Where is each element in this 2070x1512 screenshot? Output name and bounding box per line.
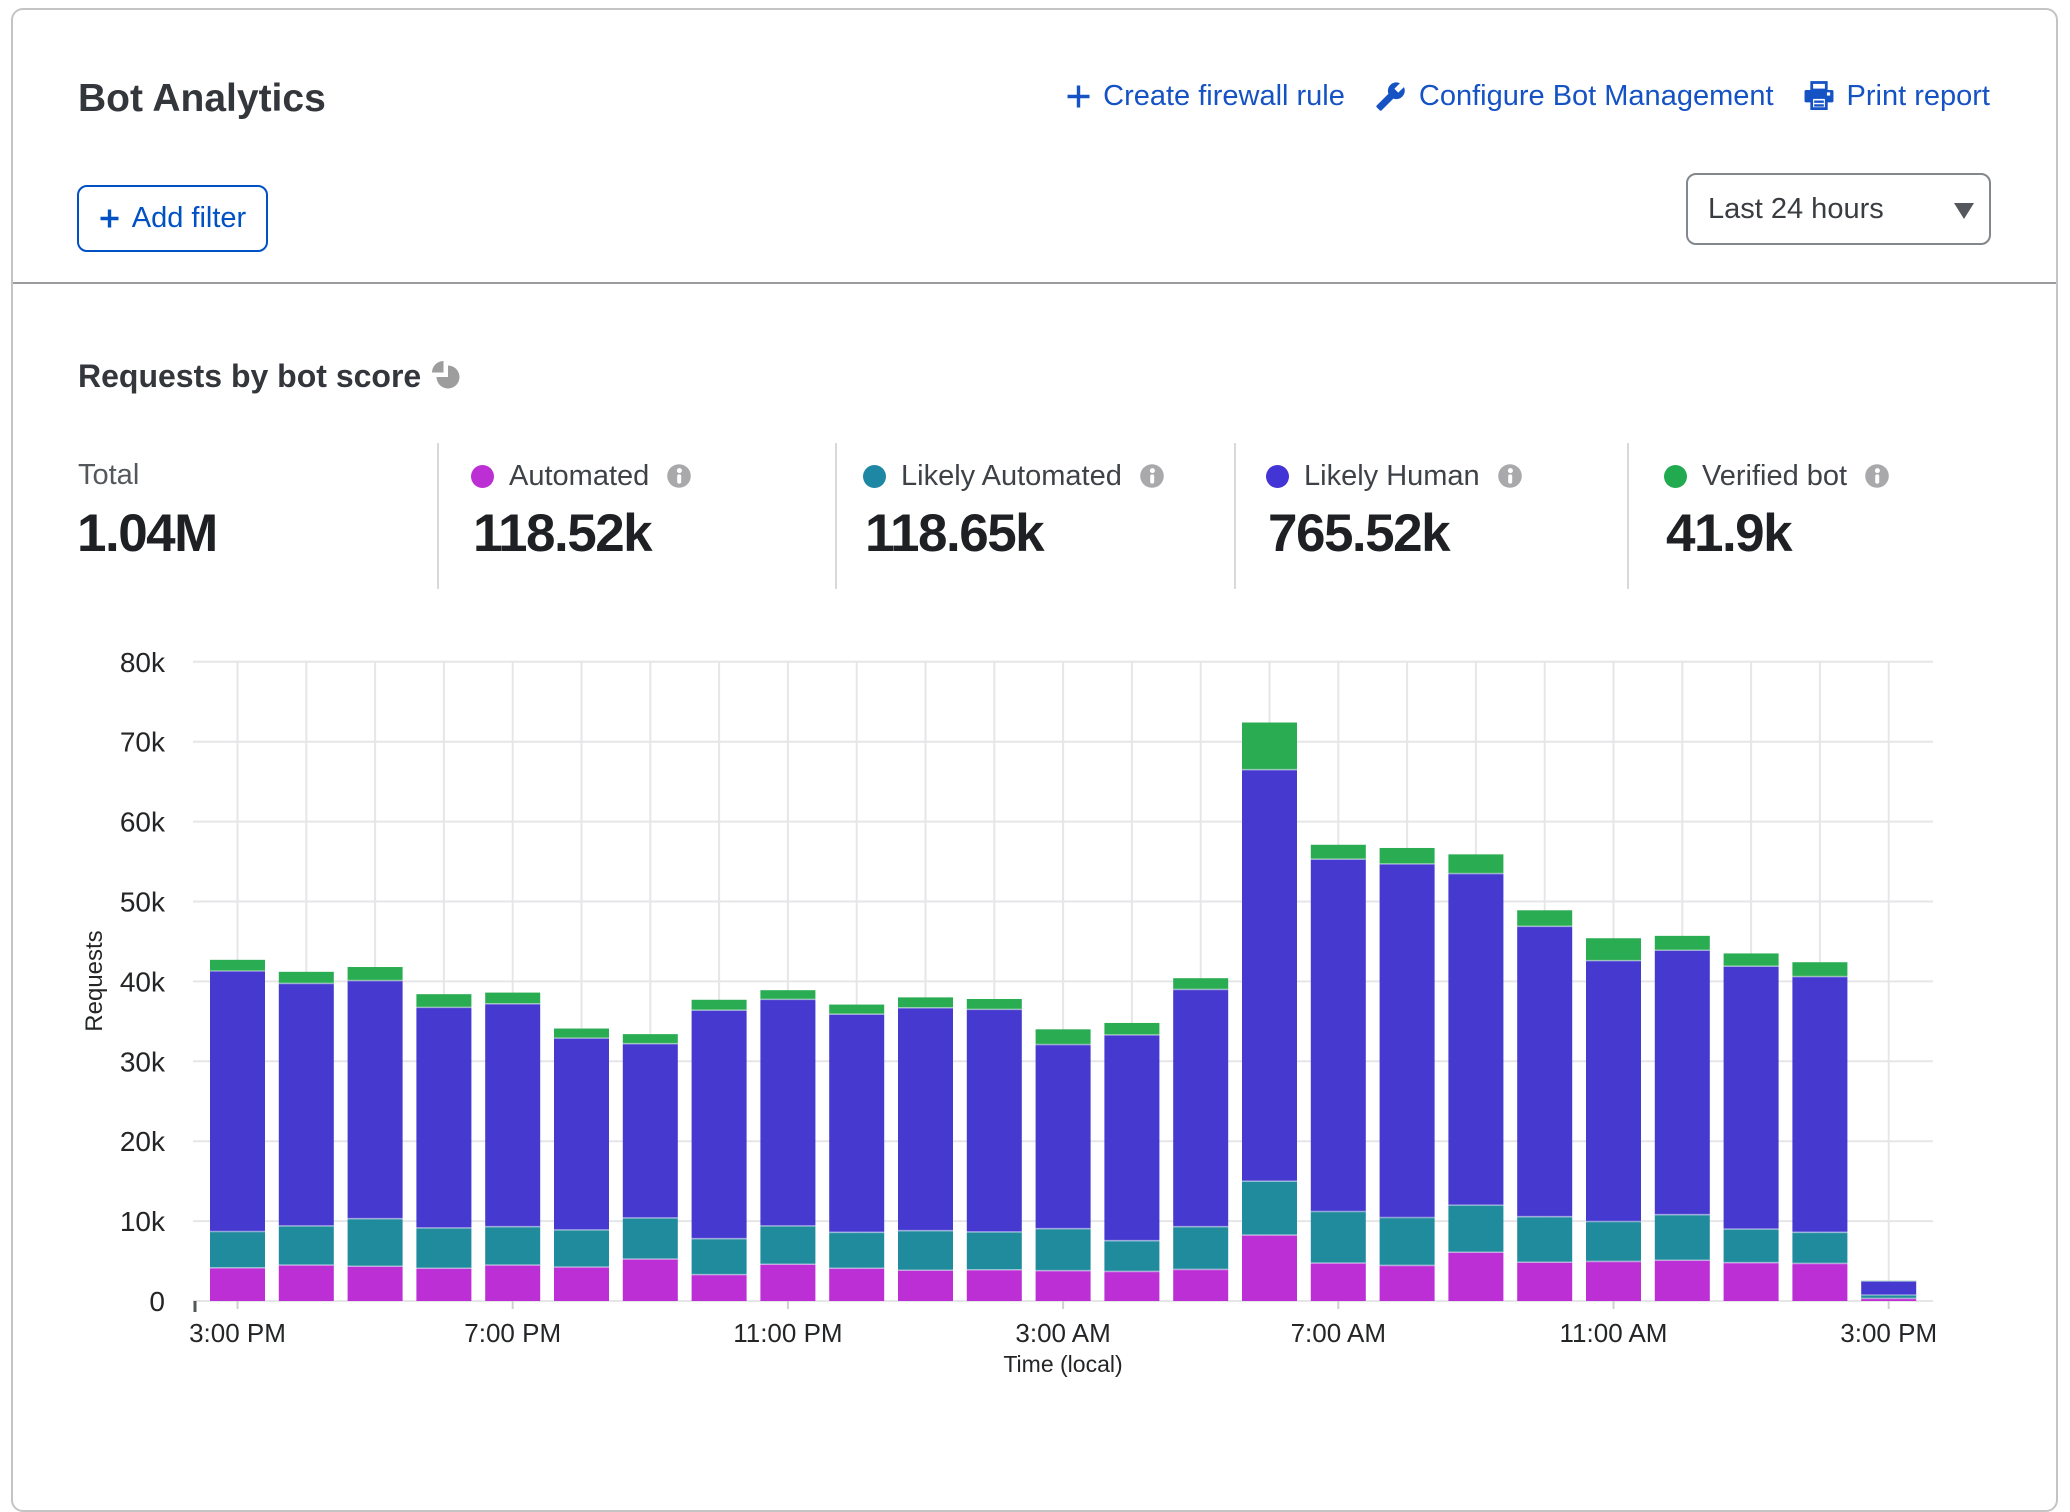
svg-text:30k: 30k [120,1046,166,1077]
svg-text:60k: 60k [120,807,166,838]
svg-text:40k: 40k [120,966,166,997]
svg-text:Time (local): Time (local) [1003,1351,1122,1377]
svg-text:50k: 50k [120,887,166,918]
svg-text:3:00 PM: 3:00 PM [1840,1318,1937,1348]
svg-text:10k: 10k [120,1206,166,1237]
svg-text:70k: 70k [120,727,166,758]
svg-text:11:00 AM: 11:00 AM [1560,1318,1668,1348]
svg-text:80k: 80k [120,647,166,678]
svg-text:11:00 PM: 11:00 PM [733,1318,842,1348]
svg-text:7:00 PM: 7:00 PM [464,1318,561,1348]
svg-text:Requests: Requests [81,930,108,1031]
svg-text:7:00 AM: 7:00 AM [1291,1318,1386,1348]
svg-text:3:00 AM: 3:00 AM [1015,1318,1110,1348]
svg-text:20k: 20k [120,1126,166,1157]
svg-text:0: 0 [149,1286,165,1317]
svg-text:3:00 PM: 3:00 PM [189,1318,286,1348]
